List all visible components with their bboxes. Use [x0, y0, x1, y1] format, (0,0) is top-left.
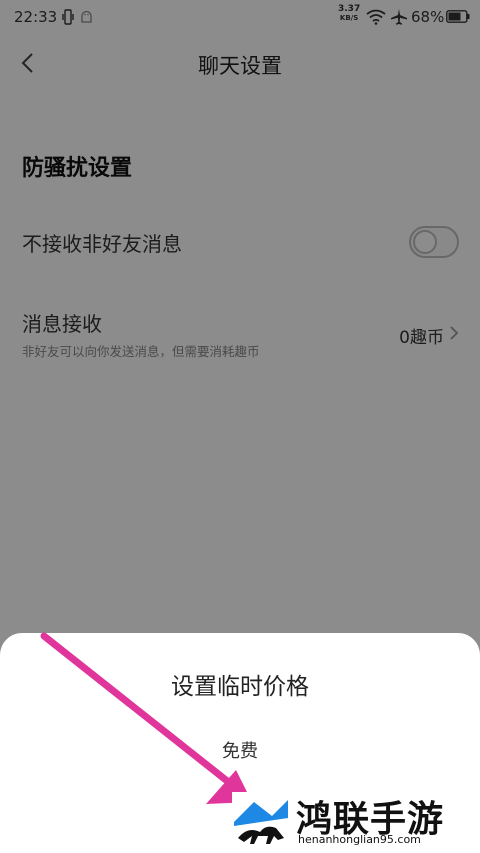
sheet-title: 设置临时价格 — [171, 674, 309, 700]
chat-settings-screen: 22:33 3.37 KB/S 68% 聊天设置 防骚扰设置 不接收非好友消息 … — [0, 0, 480, 853]
option-free[interactable]: 免费 — [0, 737, 480, 763]
watermark-url: henanhonglian95.com — [298, 833, 421, 846]
watermark-logo-icon — [232, 792, 290, 850]
